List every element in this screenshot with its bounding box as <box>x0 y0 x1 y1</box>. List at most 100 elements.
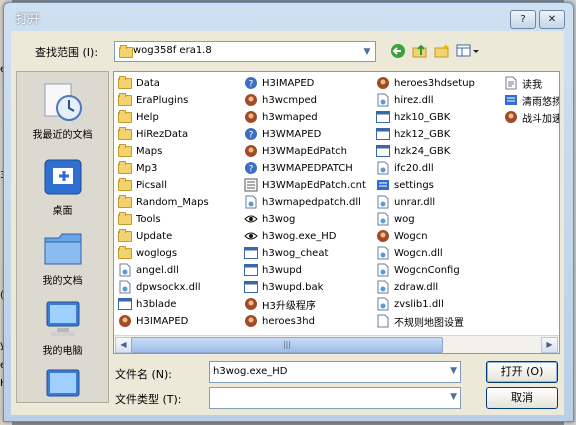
file-item[interactable]: h3wcmped <box>244 92 317 108</box>
file-item[interactable]: EraPlugins <box>118 92 188 108</box>
file-item[interactable]: 清雨悠扬 <box>504 92 559 108</box>
folder-icon <box>118 92 132 107</box>
file-item[interactable]: dpwsockx.dll <box>118 279 201 295</box>
file-item[interactable]: WogcnConfig <box>376 262 460 278</box>
file-item[interactable]: woglogs <box>118 245 177 261</box>
file-name: Help <box>136 111 159 123</box>
application-icon <box>244 93 258 107</box>
dll-file-icon <box>376 297 390 311</box>
dialog-client-area: 查找范围 (I): wog358f era1.8 ▼ 我最近的文档 桌面 我的文… <box>11 31 564 415</box>
file-item[interactable]: Wogcn <box>376 228 428 244</box>
file-item[interactable]: ? H3WMAPEDPATCH <box>244 160 353 176</box>
file-name: woglogs <box>136 247 178 259</box>
title-bar[interactable]: 打开 ? ✕ <box>4 3 573 31</box>
file-item[interactable]: 不规则地图设置 <box>376 313 464 329</box>
place-label: 桌面 <box>52 206 73 217</box>
filetype-select[interactable]: ▼ <box>209 387 461 409</box>
file-item[interactable]: h3wog_cheat <box>244 245 328 261</box>
file-item[interactable]: hzk24_GBK <box>376 143 450 159</box>
file-item[interactable]: zvslib1.dll <box>376 296 444 312</box>
file-item[interactable]: h3wupd.bak <box>244 279 323 295</box>
file-item[interactable]: wog <box>376 211 415 227</box>
place-my-computer[interactable]: 我的电脑 <box>17 296 108 357</box>
file-name: H3IMAPED <box>262 77 315 89</box>
file-item[interactable]: Tools <box>118 211 161 227</box>
file-name: h3wog_cheat <box>262 247 329 259</box>
open-button[interactable]: 打开 (O) <box>486 361 558 383</box>
file-item[interactable]: H3IMAPED <box>118 313 188 329</box>
file-item[interactable]: ? H3WMAPED <box>244 126 321 142</box>
file-item[interactable]: Data <box>118 75 160 91</box>
folder-icon <box>118 245 132 260</box>
settings-file-icon <box>504 93 518 107</box>
file-item[interactable]: settings <box>376 177 434 193</box>
file-item[interactable]: h3wupd <box>244 262 302 278</box>
file-item[interactable]: 战斗加速 <box>504 109 559 125</box>
window-file-icon <box>244 280 258 294</box>
file-item[interactable]: h3wog.exe_HD <box>244 228 336 244</box>
chevron-down-icon[interactable]: ▼ <box>450 366 457 376</box>
file-item[interactable]: Picsall <box>118 177 167 193</box>
help-button[interactable]: ? <box>510 10 536 29</box>
window-file-icon <box>244 263 258 277</box>
dll-file-icon <box>376 263 390 277</box>
file-item[interactable]: Update <box>118 228 172 244</box>
file-item[interactable]: H3WMapEdPatch <box>244 143 347 159</box>
file-item[interactable]: Maps <box>118 143 162 159</box>
file-item[interactable]: heroes3hdsetup <box>376 75 475 91</box>
file-item[interactable]: H3WMapEdPatch.cnt <box>244 177 366 193</box>
back-button[interactable] <box>389 42 407 60</box>
place-network[interactable] <box>17 366 108 402</box>
scroll-thumb[interactable]: ||| <box>131 337 443 353</box>
file-name: H3升级程序 <box>262 300 316 312</box>
lookin-combo[interactable]: wog358f era1.8 ▼ <box>114 41 376 62</box>
file-item[interactable]: angel.dll <box>118 262 179 278</box>
file-item[interactable]: zdraw.dll <box>376 279 438 295</box>
file-name: h3blade <box>136 298 177 310</box>
scroll-right-button[interactable]: ▶ <box>541 337 558 353</box>
window-file-icon <box>376 110 390 124</box>
file-name: h3wog <box>262 213 296 225</box>
place-label: 我的电脑 <box>42 346 83 357</box>
file-item[interactable]: ifc20.dll <box>376 160 434 176</box>
file-item[interactable]: hzk12_GBK <box>376 126 450 142</box>
file-item[interactable]: Wogcn.dll <box>376 245 443 261</box>
view-menu-button[interactable] <box>455 42 481 60</box>
file-item[interactable]: h3blade <box>118 296 176 312</box>
file-item[interactable]: unrar.dll <box>376 194 435 210</box>
file-item[interactable]: 读我 <box>504 75 542 91</box>
file-item[interactable]: h3wog <box>244 211 295 227</box>
file-item[interactable]: h3wmaped <box>244 109 318 125</box>
file-item[interactable]: Mp3 <box>118 160 157 176</box>
horizontal-scrollbar[interactable]: ◀ ||| ▶ <box>114 335 559 353</box>
file-name: h3wmapedpatch.dll <box>262 196 361 208</box>
place-recent[interactable]: 我最近的文档 <box>17 80 108 141</box>
file-item[interactable]: hirez.dll <box>376 92 434 108</box>
scroll-left-button[interactable]: ◀ <box>115 337 132 353</box>
file-name: Maps <box>136 145 163 157</box>
cancel-button[interactable]: 取消 <box>486 387 558 409</box>
file-item[interactable]: hzk10_GBK <box>376 109 450 125</box>
folder-icon <box>118 228 132 243</box>
new-folder-button[interactable] <box>433 42 451 60</box>
close-button[interactable]: ✕ <box>539 10 565 29</box>
up-folder-button[interactable] <box>411 42 429 60</box>
file-item[interactable]: h3wmapedpatch.dll <box>244 194 361 210</box>
file-list[interactable]: Data EraPlugins Help HiRezData Maps Mp3 Picsal… <box>113 71 560 354</box>
file-item[interactable]: H3升级程序 <box>244 296 316 312</box>
chevron-down-icon[interactable]: ▼ <box>450 392 457 402</box>
file-item[interactable]: heroes3hd <box>244 313 315 329</box>
file-name: hirez.dll <box>394 94 434 106</box>
folder-icon <box>118 75 132 90</box>
chevron-down-icon[interactable]: ▼ <box>359 42 375 61</box>
dll-file-icon <box>376 93 390 107</box>
filename-input[interactable]: h3wog.exe_HD ▼ <box>209 361 461 383</box>
file-item[interactable]: HiRezData <box>118 126 188 142</box>
file-item[interactable]: Random_Maps <box>118 194 209 210</box>
file-item[interactable]: ? H3IMAPED <box>244 75 314 91</box>
place-my-documents[interactable]: 我的文档 <box>17 226 108 287</box>
back-icon <box>391 44 405 58</box>
my-documents-icon <box>41 226 85 270</box>
file-item[interactable]: Help <box>118 109 159 125</box>
place-desktop[interactable]: 桌面 <box>17 156 108 217</box>
